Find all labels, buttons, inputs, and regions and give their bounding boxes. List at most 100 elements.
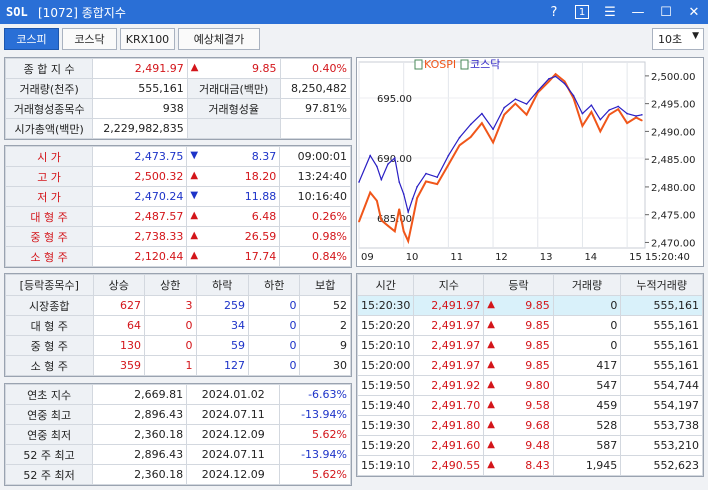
price-value: 2,738.33: [92, 226, 188, 247]
x-tick-label: 11: [450, 252, 463, 263]
kosdaq-point: [563, 82, 566, 85]
breadth-row: 중 형 주 130 0 59 0 9: [5, 335, 351, 356]
intraday-chart-panel: 09 10 11 12 13 14 15 15:20:40 2,500.00 2,495.00 2,…: [356, 57, 704, 267]
x-tick-label: 10: [406, 252, 419, 263]
tick-header: 누적거래량: [620, 274, 703, 296]
tab-kosdaq[interactable]: 코스닥: [62, 28, 117, 50]
maximize-icon[interactable]: ☐: [652, 0, 680, 24]
tick-time: 15:20:20: [356, 315, 415, 336]
tick-row[interactable]: 15:20:00 2,491.97 ▲ 9.85 417 555,161: [356, 355, 703, 376]
tick-cumulative: 554,197: [620, 395, 703, 416]
price-change-cell: ▲ 18.20: [186, 166, 281, 187]
tick-row[interactable]: 15:20:20 2,491.97 ▲ 9.85 0 555,161: [356, 315, 703, 336]
breadth-upper: 1: [144, 355, 197, 376]
tab-expected[interactable]: 예상체결가: [178, 28, 260, 50]
breadth-header: [등락종목수]: [5, 274, 94, 296]
kospi-point: [635, 116, 637, 119]
kospi-point: [380, 219, 383, 222]
kospi-point: [416, 197, 418, 199]
up-arrow-icon: ▲: [487, 439, 495, 450]
cap-value: 2,229,982,835: [92, 118, 188, 139]
kosdaq-point: [617, 105, 619, 108]
tick-row[interactable]: 15:19:30 2,491.80 ▲ 9.68 528 553,738: [356, 415, 703, 436]
help-icon[interactable]: ?: [540, 0, 568, 24]
kospi-point: [411, 219, 414, 222]
yearly-label: 52 주 최저: [4, 464, 94, 485]
kospi-point: [617, 108, 619, 110]
up-arrow-icon: ▲: [190, 62, 199, 73]
cap-label: 시가총액(백만): [4, 118, 94, 139]
tick-row[interactable]: 15:19:20 2,491.60 ▲ 9.48 587 553,210: [356, 435, 703, 456]
breadth-down: 127: [195, 355, 249, 376]
kosdaq-point: [514, 98, 517, 100]
tick-row[interactable]: 15:20:30 2,491.97 ▲ 9.85 0 555,161: [356, 295, 703, 316]
kosdaq-point: [599, 118, 602, 121]
menu-icon[interactable]: ☰: [596, 0, 624, 24]
tick-change: 9.58: [525, 399, 550, 412]
kosdaq-point: [447, 154, 450, 157]
tick-row[interactable]: 15:20:10 2,491.97 ▲ 9.85 0 555,161: [356, 335, 703, 356]
ratio-value: 97.81%: [279, 98, 352, 119]
tick-row[interactable]: 15:19:40 2,491.70 ▲ 9.58 459 554,197: [356, 395, 703, 416]
volume-label: 거래량(천주): [4, 78, 94, 99]
tick-row[interactable]: 15:19:50 2,491.92 ▲ 9.80 547 554,744: [356, 375, 703, 396]
window-title: [1072] 종합지수: [38, 5, 126, 20]
kosdaq-point: [425, 172, 427, 175]
kospi-point: [402, 230, 405, 233]
breadth-row: 시장종합 627 3 259 0 52: [5, 295, 351, 316]
price-change: 17.74: [244, 250, 277, 263]
tick-time: 15:20:30: [356, 295, 415, 316]
yearly-date: 2024.12.09: [186, 464, 281, 485]
tab-krx100[interactable]: KRX100: [120, 28, 175, 50]
title-bar: SOL [1072] 종합지수 ? 1 ☰ — ☐ ✕: [0, 0, 708, 24]
tick-time: 15:19:10: [356, 455, 415, 476]
tick-change-cell: ▲ 9.48: [483, 435, 554, 456]
breadth-row: 대 형 주 64 0 34 0 2: [5, 315, 351, 336]
kospi-point: [398, 208, 401, 210]
down-arrow-icon: ▼: [190, 150, 199, 161]
up-arrow-icon: ▲: [190, 210, 199, 221]
kosdaq-point: [626, 112, 628, 115]
right-tick-label: 2,495.00: [651, 100, 696, 111]
kospi-point: [563, 80, 566, 83]
tick-volume: 417: [552, 355, 622, 376]
tick-row[interactable]: 15:19:10 2,490.55 ▲ 8.43 1,945 552,623: [356, 455, 703, 476]
screen-number-icon[interactable]: 1: [568, 0, 596, 24]
tick-change: 9.85: [525, 299, 550, 312]
tick-index: 2,491.97: [413, 295, 485, 316]
price-value: 2,120.44: [92, 246, 188, 267]
kosdaq-point: [458, 136, 461, 139]
tick-index: 2,491.97: [413, 335, 485, 356]
breadth-lower: 0: [247, 295, 301, 316]
close-icon[interactable]: ✕: [680, 0, 708, 24]
interval-value: 10초: [658, 33, 683, 46]
kosdaq-point: [572, 94, 575, 97]
tick-volume: 528: [552, 415, 622, 436]
yearly-value: 2,360.18: [92, 464, 188, 485]
kospi-point: [581, 125, 584, 127]
yearly-row: 52 주 최저 2,360.18 2024.12.09 5.62%: [4, 464, 351, 485]
interval-select[interactable]: 10초 ▼: [652, 28, 704, 50]
tick-cumulative: 554,744: [620, 375, 703, 396]
price-value: 2,487.57: [92, 206, 188, 227]
price-row: 소 형 주 2,120.44 ▲ 17.74 0.84%: [4, 246, 351, 267]
empty-cell: [279, 118, 352, 139]
yearly-value: 2,896.43: [92, 404, 188, 425]
tick-index: 2,491.97: [413, 355, 485, 376]
price-extra: 0.98%: [279, 226, 351, 247]
kospi-point: [407, 240, 409, 242]
breadth-flat: 52: [299, 295, 351, 316]
price-row: 중 형 주 2,738.33 ▲ 26.59 0.98%: [4, 226, 351, 247]
breadth-up: 359: [92, 355, 146, 376]
kosdaq-point: [436, 176, 439, 178]
minimize-icon[interactable]: —: [624, 0, 652, 24]
tab-kospi[interactable]: 코스피: [4, 28, 59, 50]
kosdaq-point: [469, 123, 472, 126]
price-label: 시 가: [4, 146, 94, 167]
breadth-down: 259: [195, 295, 249, 316]
up-arrow-icon: ▲: [487, 339, 495, 350]
kospi-point: [376, 200, 378, 202]
kosdaq-point: [398, 181, 401, 183]
tick-change: 8.43: [525, 459, 550, 472]
price-extra: 0.26%: [279, 206, 351, 227]
